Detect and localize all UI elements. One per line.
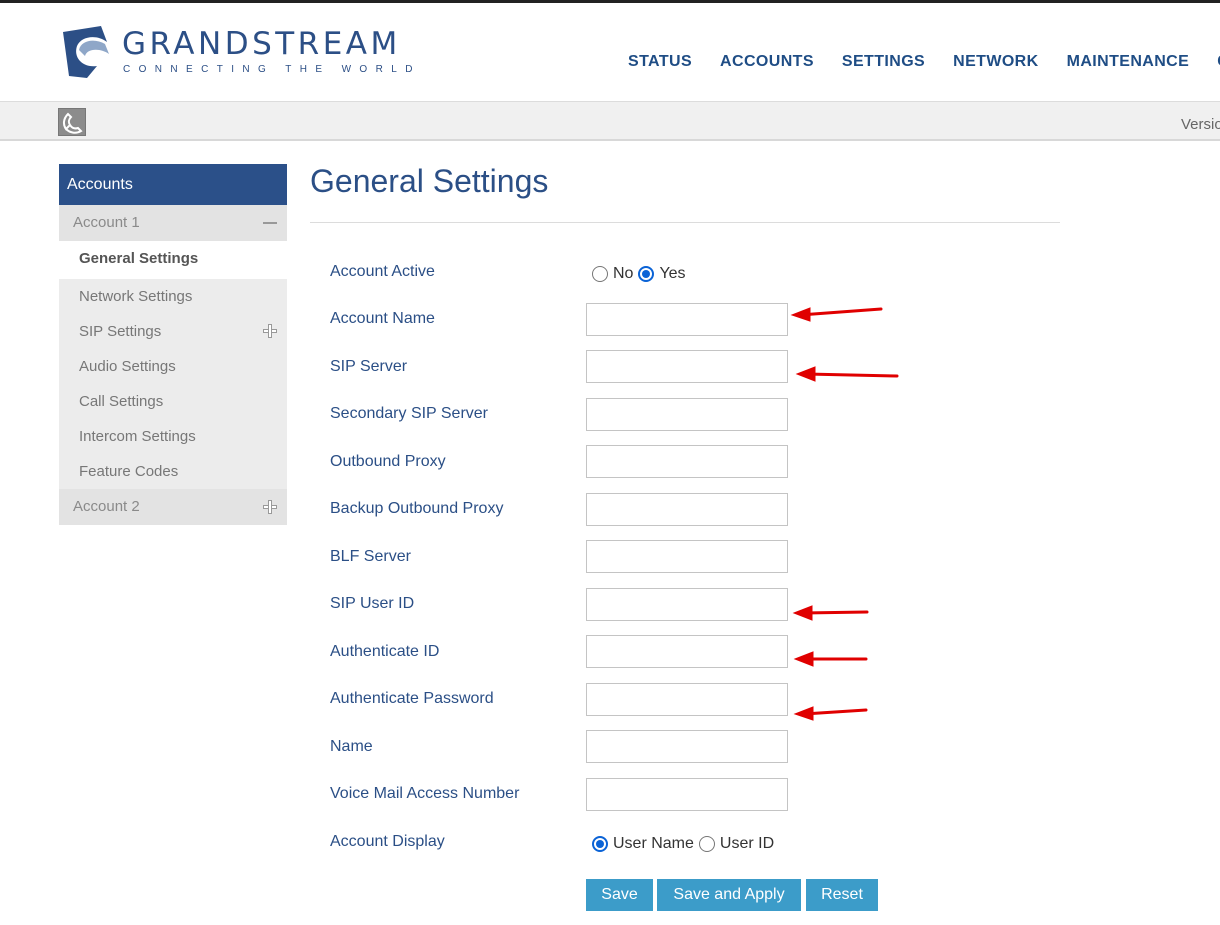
- name-label: Name: [330, 738, 373, 755]
- sidebar: Accounts Account 1 General Settings Netw…: [59, 164, 287, 525]
- phone-handset-icon: [62, 112, 83, 134]
- sip-user-id-input[interactable]: [586, 588, 788, 621]
- nav-maintenance[interactable]: MAINTENANCE: [1067, 53, 1190, 71]
- reset-button[interactable]: Reset: [806, 879, 878, 911]
- nav-status[interactable]: STATUS: [628, 53, 692, 71]
- account-display-user-id-label: User ID: [719, 835, 775, 852]
- authenticate-id-label: Authenticate ID: [330, 643, 440, 660]
- blf-server-input[interactable]: [586, 540, 788, 573]
- sidebar-item-call-settings[interactable]: Call Settings: [59, 384, 287, 419]
- sidebar-item-audio-settings[interactable]: Audio Settings: [59, 349, 287, 384]
- account-display-user-id-radio[interactable]: [698, 836, 715, 852]
- phone-button[interactable]: [58, 108, 86, 136]
- page-title: General Settings: [310, 163, 549, 199]
- account-active-label: Account Active: [330, 263, 435, 280]
- red-arrow-icon: [790, 307, 883, 322]
- nav-settings[interactable]: SETTINGS: [842, 53, 925, 71]
- account-active-yes-label: Yes: [659, 265, 686, 282]
- grandstream-logo: GRANDSTREAM CONNECTING THE WORLD: [57, 24, 437, 84]
- account-active-yes-radio[interactable]: [638, 266, 655, 282]
- authenticate-password-label: Authenticate Password: [330, 690, 494, 707]
- account-active-no-label: No: [613, 265, 634, 282]
- sidebar-item-network-settings[interactable]: Network Settings: [59, 279, 287, 314]
- version-label: Versio: [1181, 116, 1220, 133]
- outbound-proxy-label: Outbound Proxy: [330, 453, 446, 470]
- account-name-input[interactable]: [586, 303, 788, 336]
- red-arrow-icon: [793, 706, 868, 721]
- header: GRANDSTREAM CONNECTING THE WORLD STATUS …: [0, 3, 1220, 101]
- nav-network[interactable]: NETWORK: [953, 53, 1038, 71]
- account-display-radio-group: User Name User ID: [592, 835, 779, 853]
- logo-mark-icon: [63, 26, 109, 78]
- red-arrow-icon: [792, 605, 869, 621]
- top-navigation: STATUS ACCOUNTS SETTINGS NETWORK MAINTEN…: [628, 53, 1220, 71]
- sidebar-account-2-label: Account 2: [73, 498, 140, 515]
- blf-server-label: BLF Server: [330, 548, 411, 565]
- nav-accounts[interactable]: ACCOUNTS: [720, 53, 814, 71]
- voice-mail-access-number-input[interactable]: [586, 778, 788, 811]
- authenticate-id-input[interactable]: [586, 635, 788, 668]
- brand-name: GRANDSTREAM: [122, 26, 401, 62]
- authenticate-password-input[interactable]: [586, 683, 788, 716]
- sidebar-item-general-settings[interactable]: General Settings: [59, 241, 287, 279]
- secondary-sip-server-label: Secondary SIP Server: [330, 405, 489, 422]
- red-arrow-icon: [793, 651, 868, 667]
- expand-plus-icon[interactable]: [263, 500, 277, 514]
- secondary-sip-server-input[interactable]: [586, 398, 788, 431]
- account-display-user-name-radio[interactable]: [592, 836, 608, 852]
- collapse-minus-icon[interactable]: [263, 216, 277, 230]
- voice-mail-access-number-label: Voice Mail Access Number: [330, 785, 520, 802]
- account-display-user-name-label: User Name: [613, 835, 694, 852]
- sub-toolbar: Versio: [0, 101, 1220, 141]
- save-button[interactable]: Save: [586, 879, 653, 911]
- red-arrow-icon: [795, 366, 899, 382]
- name-input[interactable]: [586, 730, 788, 763]
- account-active-radio-group: No Yes: [592, 265, 691, 283]
- sidebar-account-1-label: Account 1: [73, 214, 140, 231]
- save-and-apply-button[interactable]: Save and Apply: [657, 879, 801, 911]
- account-display-label: Account Display: [330, 833, 445, 850]
- backup-outbound-proxy-input[interactable]: [586, 493, 788, 526]
- sip-server-label: SIP Server: [330, 358, 408, 375]
- sidebar-account-2[interactable]: Account 2: [59, 489, 287, 525]
- sidebar-item-label: SIP Settings: [79, 323, 162, 340]
- sip-user-id-label: SIP User ID: [330, 595, 415, 612]
- brand-tagline: CONNECTING THE WORLD: [123, 64, 421, 75]
- title-divider: [310, 222, 1060, 223]
- sidebar-header: Accounts: [59, 164, 287, 205]
- expand-plus-icon[interactable]: [263, 324, 277, 338]
- sidebar-item-sip-settings[interactable]: SIP Settings: [59, 314, 287, 349]
- sidebar-account-1[interactable]: Account 1: [59, 205, 287, 241]
- backup-outbound-proxy-label: Backup Outbound Proxy: [330, 500, 504, 517]
- sip-server-input[interactable]: [586, 350, 788, 383]
- outbound-proxy-input[interactable]: [586, 445, 788, 478]
- sidebar-item-feature-codes[interactable]: Feature Codes: [59, 454, 287, 489]
- account-name-label: Account Name: [330, 310, 435, 327]
- sidebar-item-intercom-settings[interactable]: Intercom Settings: [59, 419, 287, 454]
- account-active-no-radio[interactable]: [592, 266, 608, 282]
